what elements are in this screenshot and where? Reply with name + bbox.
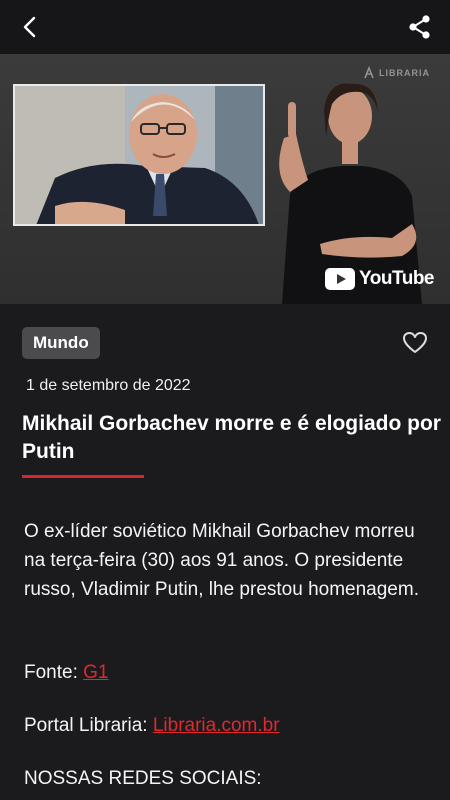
news-photo bbox=[13, 84, 265, 226]
youtube-badge[interactable]: YouTube bbox=[325, 268, 434, 290]
back-button[interactable] bbox=[16, 13, 44, 41]
article: Mundo 1 de setembro de 2022 Mikhail Gorb… bbox=[0, 304, 450, 800]
article-body: O ex-líder soviético Mikhail Gorbachev m… bbox=[24, 521, 419, 600]
share-button[interactable] bbox=[406, 13, 434, 41]
category-tag[interactable]: Mundo bbox=[22, 327, 100, 359]
heart-icon bbox=[403, 332, 427, 353]
chevron-left-icon bbox=[23, 16, 36, 38]
article-title: Mikhail Gorbachev morre e é elogiado por… bbox=[22, 412, 441, 463]
portal-link[interactable]: Libraria.com.br bbox=[153, 715, 280, 736]
share-icon bbox=[409, 15, 430, 39]
article-date: 1 de setembro de 2022 bbox=[26, 377, 191, 394]
source-label: Fonte: bbox=[24, 662, 84, 683]
social-heading: NOSSAS REDES SOCIAIS: bbox=[24, 768, 262, 789]
portal-label: Portal Libraria: bbox=[24, 715, 153, 736]
libraria-watermark: LIBRARIA bbox=[363, 66, 430, 80]
source-link[interactable]: G1 bbox=[83, 662, 108, 683]
source-line: Fonte: G1 bbox=[24, 658, 428, 687]
watermark-text: LIBRARIA bbox=[379, 68, 430, 78]
title-underline bbox=[22, 475, 144, 478]
video-player[interactable]: LIBRARIA YouTube bbox=[0, 54, 450, 304]
portal-line: Portal Libraria: Libraria.com.br bbox=[24, 711, 428, 740]
youtube-label: YouTube bbox=[359, 268, 434, 289]
favorite-button[interactable] bbox=[402, 330, 428, 356]
youtube-play-icon bbox=[325, 268, 356, 290]
app-bar bbox=[0, 0, 450, 54]
libraria-logo-icon bbox=[364, 66, 374, 79]
